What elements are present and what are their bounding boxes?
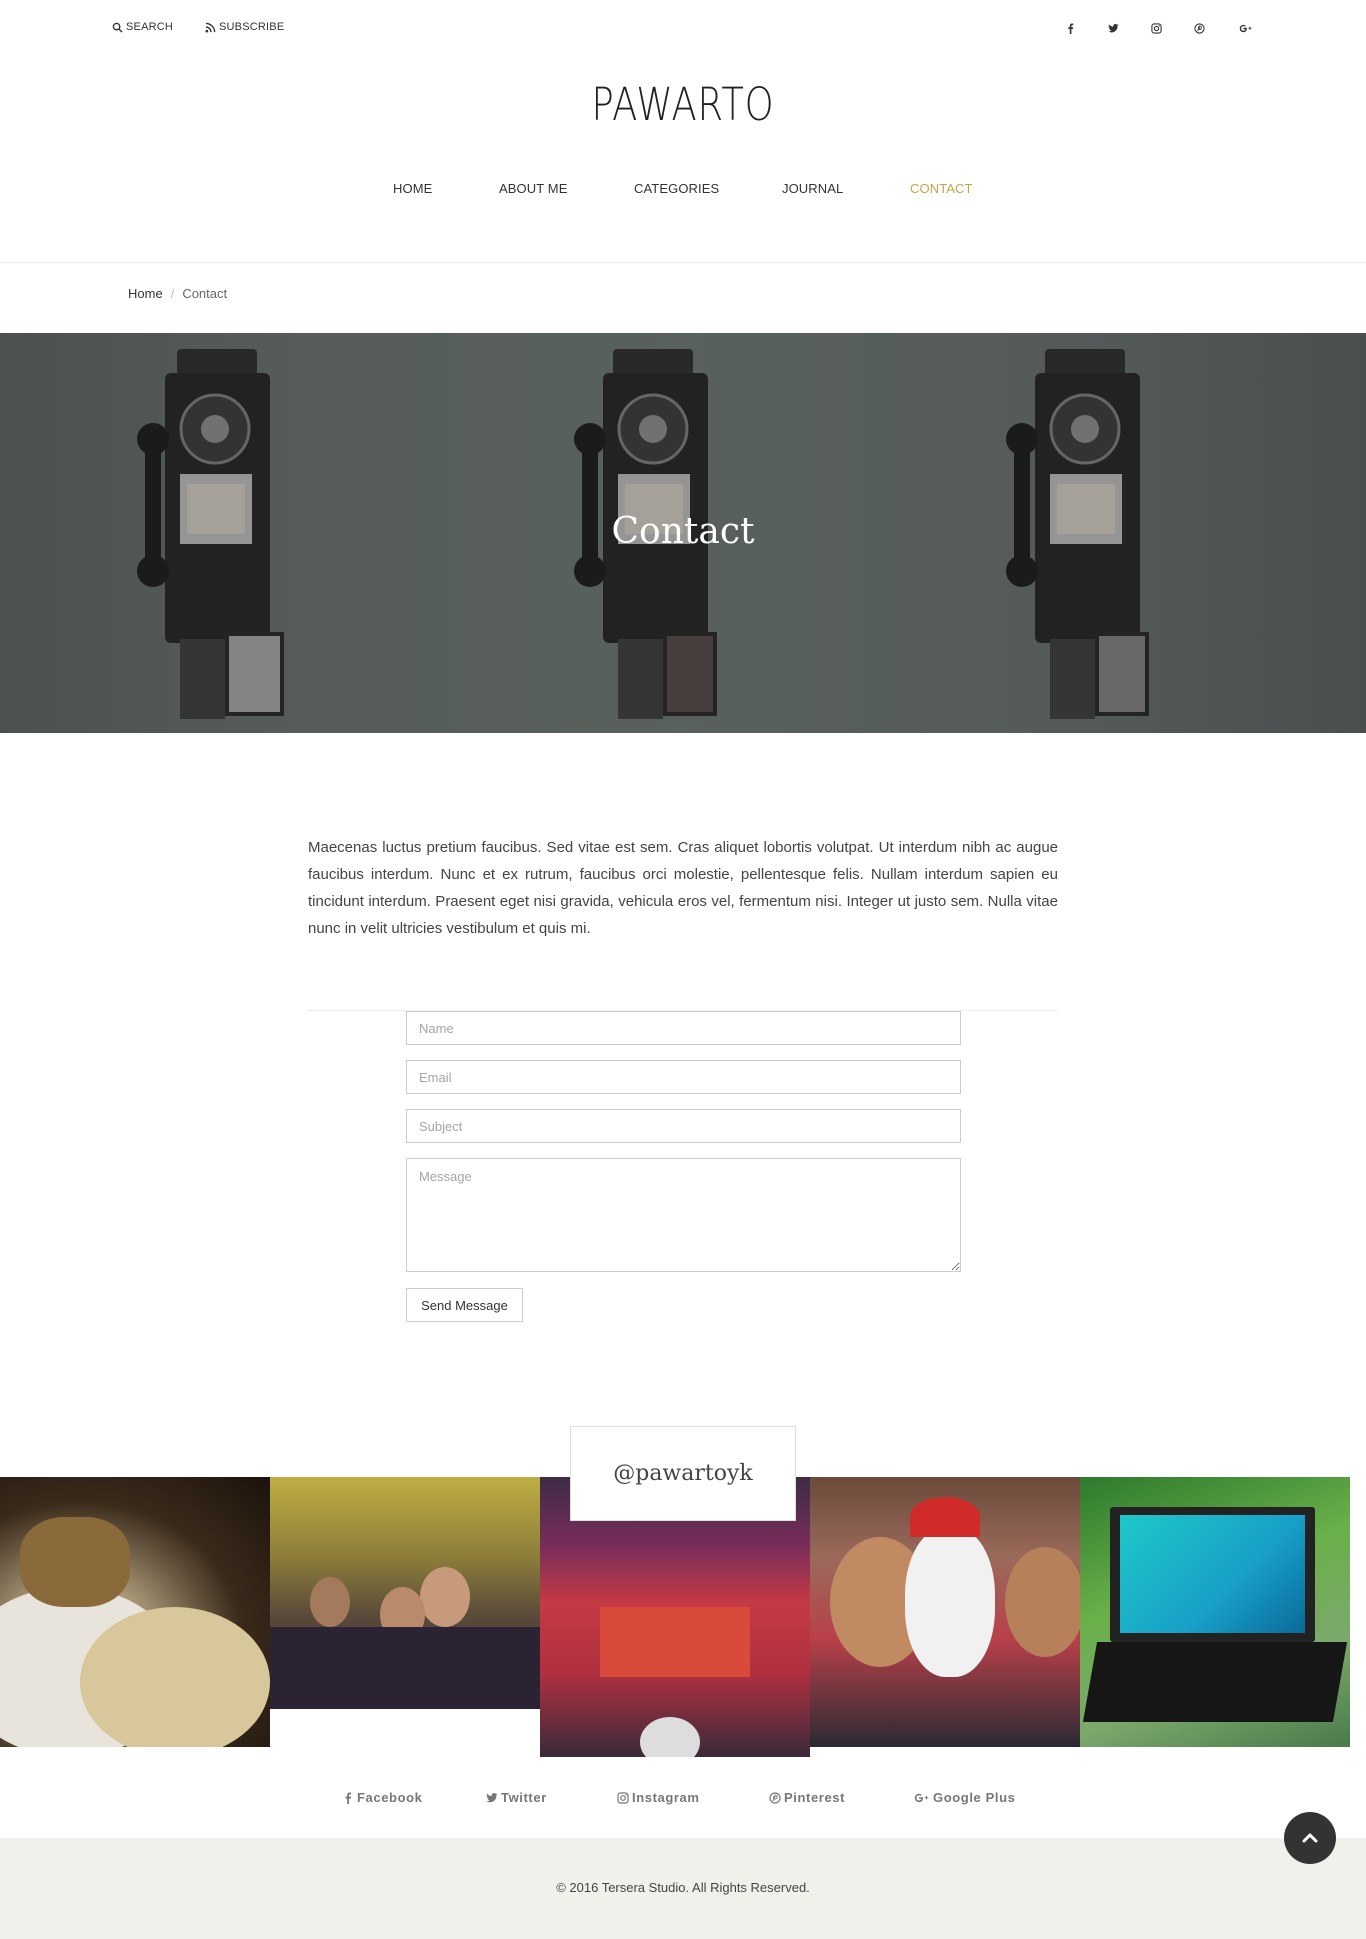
instagram-photo[interactable] — [270, 1477, 540, 1709]
breadcrumb-home[interactable]: Home — [128, 286, 163, 301]
footer-facebook-link[interactable]: Facebook — [342, 1790, 422, 1805]
copyright-text: © 2016 Tersera Studio. All Rights Reserv… — [556, 1880, 810, 1895]
nav-item-about-me[interactable]: ABOUT ME — [499, 181, 567, 196]
site-footer: © 2016 Tersera Studio. All Rights Reserv… — [0, 1838, 1366, 1939]
pinterest-icon[interactable] — [1191, 20, 1207, 36]
instagram-icon — [617, 1791, 629, 1804]
nav-item-categories[interactable]: CATEGORIES — [634, 181, 719, 196]
facebook-icon[interactable] — [1062, 20, 1078, 36]
google-plus-icon[interactable] — [1236, 20, 1256, 36]
footer-twitter-link[interactable]: Twitter — [486, 1790, 547, 1805]
instagram-photo[interactable] — [0, 1477, 270, 1747]
breadcrumb-current: Contact — [182, 286, 228, 301]
subscribe-label: SUBSCRIBE — [219, 21, 285, 33]
footer-pinterest-link[interactable]: Pinterest — [769, 1790, 845, 1805]
intro-paragraph: Maecenas luctus pretium faucibus. Sed vi… — [308, 839, 1058, 937]
email-field[interactable] — [406, 1060, 961, 1094]
top-bar: SEARCH SUBSCRIBE — [0, 0, 1366, 56]
search-label: SEARCH — [126, 21, 174, 33]
breadcrumb-separator: / — [170, 286, 175, 301]
google-plus-icon — [914, 1793, 929, 1802]
footer-social-links: Facebook Twitter Instagram Pinterest Goo… — [0, 1790, 1366, 1810]
hero-banner: Contact — [0, 333, 1366, 733]
nav-divider — [0, 262, 1366, 263]
footer-twitter-label: Twitter — [501, 1790, 547, 1805]
search-link[interactable]: SEARCH — [112, 21, 173, 33]
footer-google-plus-link[interactable]: Google Plus — [914, 1790, 1015, 1805]
footer-instagram-label: Instagram — [632, 1790, 700, 1805]
twitter-icon[interactable] — [1105, 20, 1121, 36]
main-nav: HOME ABOUT ME CATEGORIES JOURNAL CONTACT — [0, 181, 1366, 201]
instagram-photo[interactable] — [810, 1477, 1080, 1747]
footer-pinterest-label: Pinterest — [784, 1790, 846, 1805]
pinterest-icon — [769, 1791, 781, 1804]
send-message-button[interactable]: Send Message — [406, 1288, 523, 1322]
search-icon — [112, 22, 123, 33]
message-field[interactable] — [406, 1158, 961, 1272]
hero-title: Contact — [611, 511, 755, 552]
instagram-handle[interactable]: @pawartoyk — [570, 1426, 796, 1521]
footer-instagram-link[interactable]: Instagram — [617, 1790, 700, 1805]
footer-google-plus-label: Google Plus — [933, 1790, 1016, 1805]
twitter-icon — [486, 1792, 498, 1802]
nav-item-contact[interactable]: CONTACT — [910, 181, 973, 196]
name-field[interactable] — [406, 1011, 961, 1045]
chevron-up-icon — [1302, 1833, 1318, 1843]
subject-field[interactable] — [406, 1109, 961, 1143]
scroll-to-top-button[interactable] — [1284, 1812, 1336, 1864]
rss-icon — [205, 22, 216, 33]
facebook-icon — [345, 1792, 351, 1804]
nav-item-home[interactable]: HOME — [393, 181, 432, 196]
nav-item-journal[interactable]: JOURNAL — [782, 181, 843, 196]
instagram-icon[interactable] — [1148, 20, 1164, 36]
instagram-photo[interactable] — [1080, 1477, 1350, 1747]
site-logo[interactable]: PAWARTO — [123, 78, 1243, 131]
footer-facebook-label: Facebook — [357, 1790, 423, 1805]
breadcrumb: Home / Contact — [128, 286, 227, 301]
subscribe-link[interactable]: SUBSCRIBE — [205, 21, 284, 33]
